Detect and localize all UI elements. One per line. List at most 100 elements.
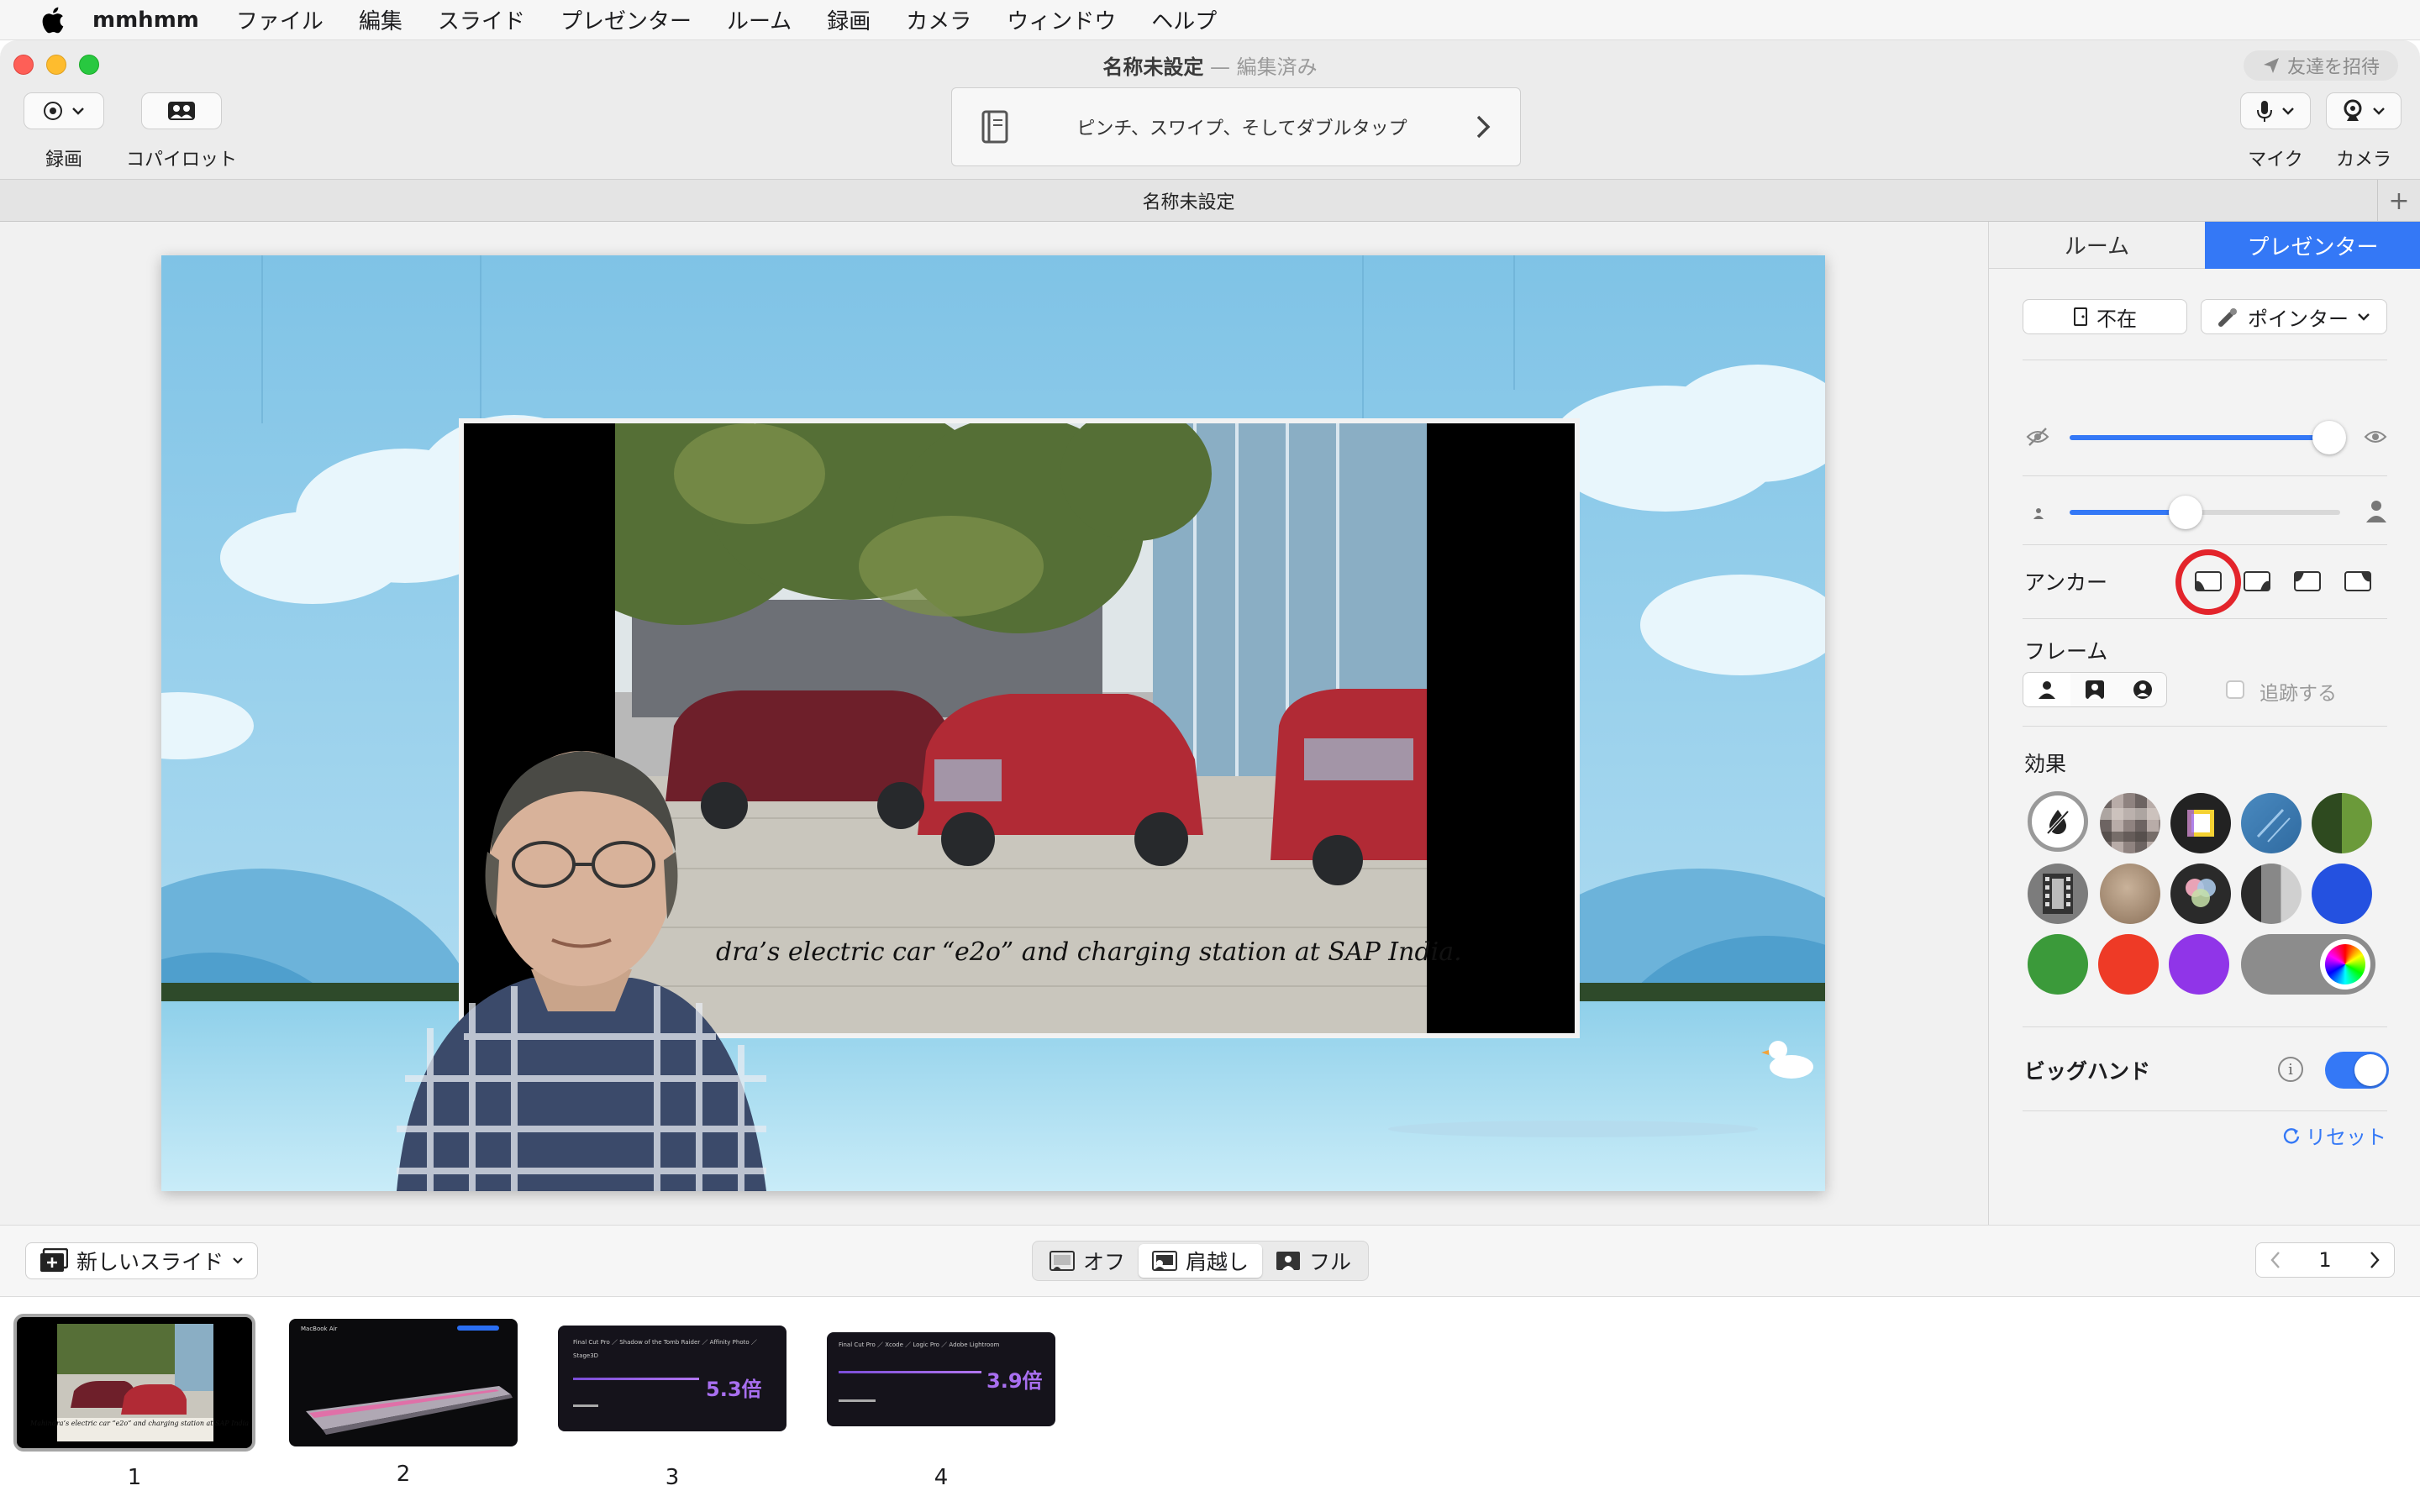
window-title: 名称未設定 — 編集済み — [0, 50, 2420, 80]
frame-person-button[interactable] — [2023, 672, 2071, 707]
menu-slide[interactable]: スライド — [438, 4, 525, 35]
camera-button[interactable] — [2326, 92, 2402, 129]
reset-button[interactable]: リセット — [2282, 1121, 2386, 1150]
slide-4-bar — [839, 1371, 981, 1373]
effect-color-mix-button[interactable] — [2170, 864, 2231, 924]
hint-banner[interactable]: ピンチ、スワイプ、そしてダブルタップ — [951, 87, 1521, 166]
effect-none-button[interactable] — [2028, 791, 2088, 852]
effect-split-button[interactable] — [2312, 793, 2372, 853]
effect-custom-color-button[interactable] — [2241, 934, 2375, 995]
pointer-select[interactable]: ポインター — [2201, 299, 2387, 334]
effect-mono-button[interactable] — [2241, 864, 2302, 924]
effect-glass-button[interactable] — [2241, 793, 2302, 853]
bighand-label: ビッグハンド — [2024, 1059, 2151, 1084]
anchor-top-left-button[interactable] — [2288, 566, 2327, 596]
slide-strip: Mahindra’s electric car “e2o” and chargi… — [0, 1297, 2420, 1512]
chevron-right-icon[interactable] — [1475, 115, 1491, 139]
effects-label: 効果 — [2024, 752, 2067, 776]
view-off-label: オフ — [1083, 1250, 1126, 1274]
reset-icon — [2283, 1127, 2300, 1144]
menu-file[interactable]: ファイル — [236, 4, 324, 35]
menu-window[interactable]: ウィンドウ — [1007, 4, 1116, 35]
anchor-bottom-right-button[interactable] — [2238, 566, 2276, 596]
title-bar: 名称未設定 — 編集済み 友達を招待 録画 コパイロット ピンチ、スワイプ、そし… — [0, 40, 2420, 180]
anchor-top-right-button[interactable] — [2338, 566, 2377, 596]
tab-presenter[interactable]: プレゼンター — [2205, 222, 2420, 269]
slide-2-nav — [457, 1326, 499, 1331]
color-mix-icon — [2186, 879, 2216, 907]
view-shoulder-button[interactable]: 肩越し — [1139, 1244, 1263, 1278]
menu-help[interactable]: ヘルプ — [1151, 4, 1217, 35]
view-mode-control: オフ 肩越し フル — [1032, 1241, 1370, 1281]
bottom-bar: 新しいスライド オフ 肩越し フル 1 — [0, 1225, 2420, 1297]
view-full-button[interactable]: フル — [1262, 1244, 1365, 1278]
slide-thumbnail-1[interactable]: Mahindra’s electric car “e2o” and chargi… — [13, 1314, 255, 1452]
menu-room[interactable]: ルーム — [727, 4, 792, 35]
hidden-eye-icon — [2026, 428, 2049, 446]
chevron-left-icon[interactable] — [2270, 1251, 2281, 1269]
app-menu[interactable]: mmhmm — [92, 8, 199, 33]
slide-pager: 1 — [2255, 1242, 2395, 1278]
add-tab-button[interactable]: + — [2378, 180, 2420, 222]
divider — [2023, 544, 2387, 545]
glass-effect-icon — [2256, 808, 2291, 843]
info-icon[interactable]: i — [2278, 1057, 2303, 1082]
menu-camera[interactable]: カメラ — [906, 4, 971, 35]
chevron-down-icon — [2373, 108, 2385, 115]
tab-document[interactable]: 名称未設定 — [0, 180, 2378, 222]
effect-purple-button[interactable] — [2169, 934, 2229, 995]
menu-presenter[interactable]: プレゼンター — [560, 4, 692, 35]
divider — [2023, 475, 2387, 476]
slide-caption: dra’s electric car “e2o” and charging st… — [716, 937, 1462, 967]
menu-record[interactable]: 録画 — [827, 4, 871, 35]
slide-3-apps: Final Cut Pro ／ Shadow of the Tomb Raide… — [573, 1339, 757, 1359]
person-small-icon — [2033, 508, 2044, 519]
opacity-slider[interactable] — [2070, 421, 2347, 454]
camera-label: カメラ — [2335, 150, 2391, 171]
new-slide-button[interactable]: 新しいスライド — [25, 1242, 259, 1279]
camera-tool: カメラ — [2326, 92, 2402, 171]
effect-sepia-button[interactable] — [2100, 864, 2160, 924]
size-slider[interactable] — [2070, 496, 2340, 529]
track-checkbox[interactable] — [2226, 680, 2244, 699]
effect-blue-button[interactable] — [2312, 864, 2372, 924]
pixelate-icon — [2100, 808, 2160, 842]
view-off-button[interactable]: オフ — [1036, 1244, 1139, 1278]
effect-red-button[interactable] — [2098, 934, 2159, 995]
slide-thumbnail-2[interactable]: MacBook Air — [289, 1319, 518, 1446]
frame-rect-button[interactable] — [2070, 672, 2119, 707]
presenter-video[interactable] — [380, 726, 783, 1191]
frame-circle-button[interactable] — [2118, 672, 2167, 707]
apple-icon[interactable] — [37, 5, 67, 35]
menu-edit[interactable]: 編集 — [359, 4, 402, 35]
document-title: 名称未設定 — [1102, 55, 1204, 79]
bighand-toggle[interactable] — [2325, 1052, 2389, 1089]
slide-thumbnail-4[interactable]: Final Cut Pro ／ Xcode ／ Logic Pro ／ Adob… — [827, 1332, 1055, 1426]
tab-room[interactable]: ルーム — [1989, 222, 2205, 269]
away-button[interactable]: 不在 — [2023, 299, 2187, 334]
no-effect-icon — [2046, 810, 2070, 835]
effect-frame-button[interactable] — [2170, 793, 2231, 853]
invite-button[interactable]: 友達を招待 — [2243, 50, 2398, 81]
slide-3-baseline — [573, 1404, 598, 1407]
app-window: 名称未設定 — 編集済み 友達を招待 録画 コパイロット ピンチ、スワイプ、そし… — [0, 40, 2420, 1512]
slide-number-1: 1 — [127, 1465, 142, 1490]
title-separator: — — [1210, 55, 1230, 79]
eye-icon — [2364, 431, 2387, 443]
copilot-button[interactable] — [141, 92, 222, 129]
effect-green-button[interactable] — [2028, 934, 2088, 995]
laser-pointer-icon — [2218, 308, 2237, 327]
effect-film-button[interactable] — [2028, 864, 2088, 924]
effect-pixelate-button[interactable] — [2100, 793, 2160, 853]
mic-button[interactable] — [2240, 92, 2311, 129]
chevron-right-icon[interactable] — [2369, 1251, 2381, 1269]
record-button[interactable] — [24, 92, 104, 129]
size-slider-knob[interactable] — [2169, 496, 2203, 529]
inspector-panel: ルーム プレゼンター 不在 ポインター アンカー フレーム 追跡する 効果 ビッ… — [1988, 222, 2420, 1225]
slide-thumbnail-3[interactable]: Final Cut Pro ／ Shadow of the Tomb Raide… — [558, 1326, 786, 1431]
presentation-stage[interactable]: dra’s electric car “e2o” and charging st… — [161, 255, 1825, 1191]
slide-3-metric: 5.3倍 — [706, 1378, 762, 1401]
opacity-slider-knob[interactable] — [2312, 421, 2347, 454]
anchor-top-right-icon — [2344, 571, 2371, 591]
frame-effect-icon — [2187, 810, 2214, 837]
